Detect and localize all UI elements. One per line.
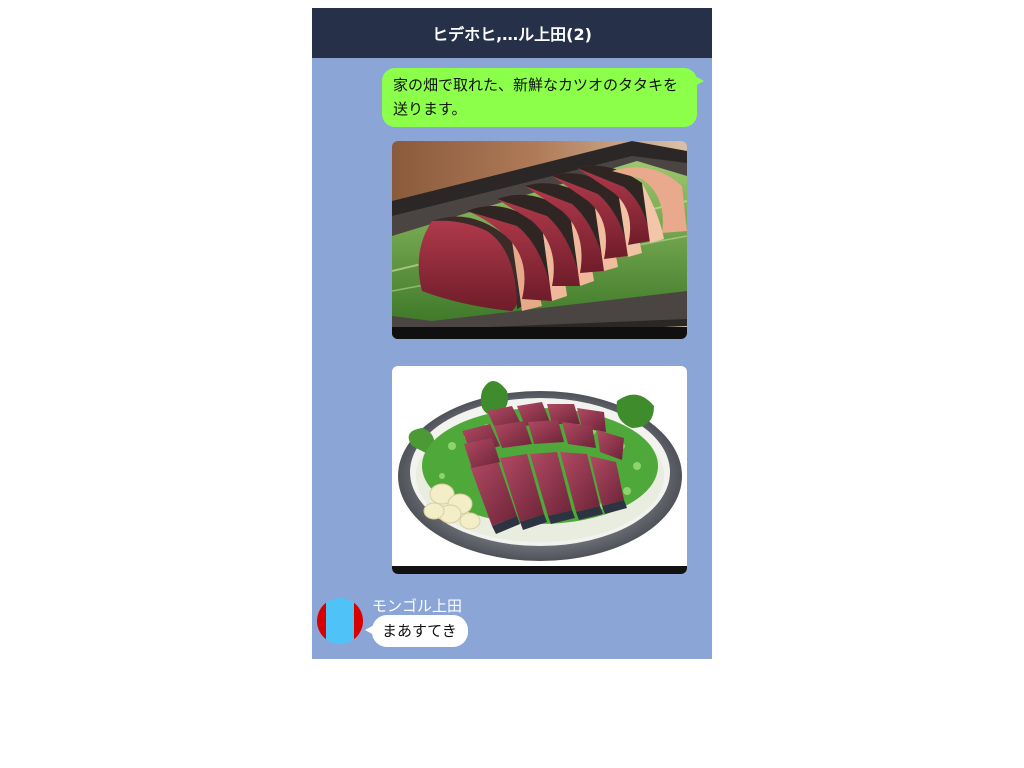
tataki-photo-image bbox=[392, 141, 687, 339]
photo-message-2[interactable] bbox=[392, 366, 687, 574]
avatar-stripe-right bbox=[354, 598, 363, 644]
chat-header: ヒデホヒ,…ル上田(2) bbox=[312, 8, 712, 58]
photo-message-1[interactable] bbox=[392, 141, 687, 339]
received-message-text: まあすてき bbox=[382, 622, 457, 640]
sent-message-text: 家の畑で取れた、新鮮なカツオのタタキを送ります。 bbox=[393, 76, 679, 118]
sent-message-bubble[interactable]: 家の畑で取れた、新鮮なカツオのタタキを送ります。 bbox=[382, 68, 704, 127]
chat-window: ヒデホヒ,…ル上田(2) 家の畑で取れた、新鮮なカツオのタタキを送ります。 モン… bbox=[312, 8, 712, 659]
bubble-tail bbox=[365, 625, 374, 635]
avatar-stripe-left bbox=[317, 598, 326, 644]
tataki-plate-photo-image bbox=[392, 366, 687, 574]
sender-name: モンゴル上田 bbox=[372, 597, 463, 615]
received-message-bubble[interactable]: まあすてき bbox=[365, 615, 468, 647]
chat-title: ヒデホヒ,…ル上田(2) bbox=[432, 25, 592, 44]
bubble-tail bbox=[695, 76, 704, 86]
avatar[interactable] bbox=[317, 598, 363, 644]
